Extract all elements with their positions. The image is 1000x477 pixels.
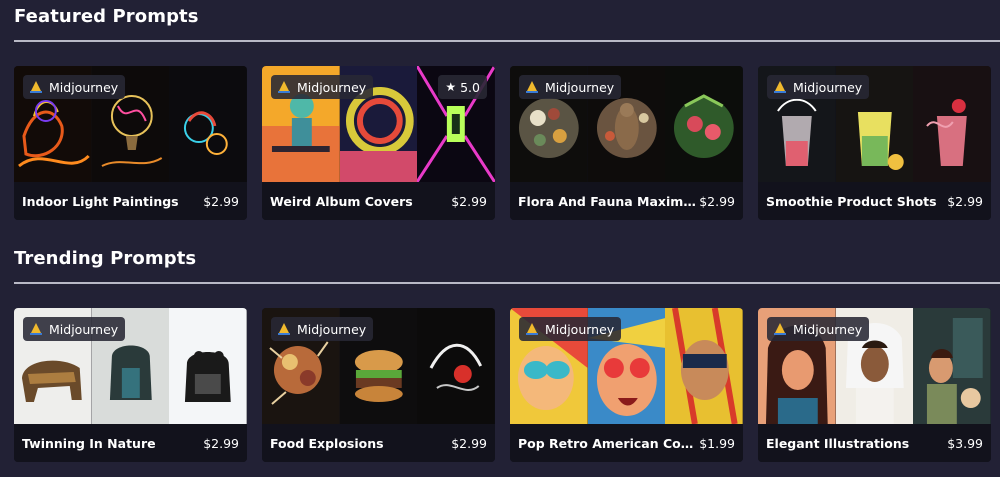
model-badge: Midjourney [23,75,126,99]
card-price: $2.99 [451,193,487,209]
model-badge: Midjourney [767,75,870,99]
model-badge: Midjourney [23,317,126,341]
card-title[interactable]: Smoothie Product Shots [766,194,937,209]
card-title[interactable]: Twinning In Nature [22,436,156,451]
card-footer: Food Explosions $2.99 [262,424,495,462]
model-label: Midjourney [545,79,615,95]
model-label: Midjourney [297,79,367,95]
model-badge: Midjourney [767,317,870,341]
card-title[interactable]: Elegant Illustrations [766,436,909,451]
model-label: Midjourney [793,321,863,337]
model-badge: Midjourney [519,75,622,99]
card-title[interactable]: Pop Retro American Comic St... [518,436,698,451]
model-badge: Midjourney [519,317,622,341]
card-footer: Indoor Light Paintings $2.99 [14,182,247,220]
midjourney-logo-icon [526,81,538,93]
prompt-card-weird-album-covers[interactable]: Midjourney ★ 5.0 Weird Album Covers $2.9… [262,66,495,220]
card-title[interactable]: Flora And Fauna Maximalist I... [518,194,698,209]
prompt-card-twinning-in-nature[interactable]: Midjourney Twinning In Nature $2.99 [14,308,247,462]
star-icon: ★ [445,80,457,94]
midjourney-logo-icon [30,323,42,335]
prompt-card-pop-retro-american-comic[interactable]: Midjourney Pop Retro American Comic St..… [510,308,743,462]
trending-prompts-title: Trending Prompts [14,248,197,269]
prompt-card-food-explosions[interactable]: Midjourney Food Explosions $2.99 [262,308,495,462]
card-price: $2.99 [451,435,487,451]
model-label: Midjourney [49,79,119,95]
card-footer: Elegant Illustrations $3.99 [758,424,991,462]
card-footer: Smoothie Product Shots $2.99 [758,182,991,220]
midjourney-logo-icon [526,323,538,335]
card-price: $2.99 [203,435,239,451]
card-price: $3.99 [947,435,983,451]
card-price: $2.99 [699,193,735,209]
card-title[interactable]: Food Explosions [270,436,384,451]
midjourney-logo-icon [278,323,290,335]
rating-badge: ★ 5.0 [438,75,487,99]
prompt-card-indoor-light-paintings[interactable]: Midjourney Indoor Light Paintings $2.99 [14,66,247,220]
card-price: $1.99 [699,435,735,451]
model-label: Midjourney [793,79,863,95]
card-footer: Flora And Fauna Maximalist I... $2.99 [510,182,743,220]
midjourney-logo-icon [30,81,42,93]
featured-divider [14,40,1000,42]
midjourney-logo-icon [774,81,786,93]
midjourney-logo-icon [278,81,290,93]
prompt-card-flora-and-fauna[interactable]: Midjourney Flora And Fauna Maximalist I.… [510,66,743,220]
prompt-card-smoothie-product-shots[interactable]: Midjourney Smoothie Product Shots $2.99 [758,66,991,220]
model-label: Midjourney [297,321,367,337]
card-footer: Pop Retro American Comic St... $1.99 [510,424,743,462]
card-title[interactable]: Weird Album Covers [270,194,413,209]
prompt-card-elegant-illustrations[interactable]: Midjourney Elegant Illustrations $3.99 [758,308,991,462]
midjourney-logo-icon [774,323,786,335]
model-label: Midjourney [545,321,615,337]
trending-divider [14,282,1000,284]
model-badge: Midjourney [271,75,374,99]
card-footer: Weird Album Covers $2.99 [262,182,495,220]
card-price: $2.99 [947,193,983,209]
rating-value: 5.0 [460,79,480,95]
featured-prompts-title: Featured Prompts [14,6,199,27]
card-price: $2.99 [203,193,239,209]
model-badge: Midjourney [271,317,374,341]
card-footer: Twinning In Nature $2.99 [14,424,247,462]
card-title[interactable]: Indoor Light Paintings [22,194,179,209]
model-label: Midjourney [49,321,119,337]
